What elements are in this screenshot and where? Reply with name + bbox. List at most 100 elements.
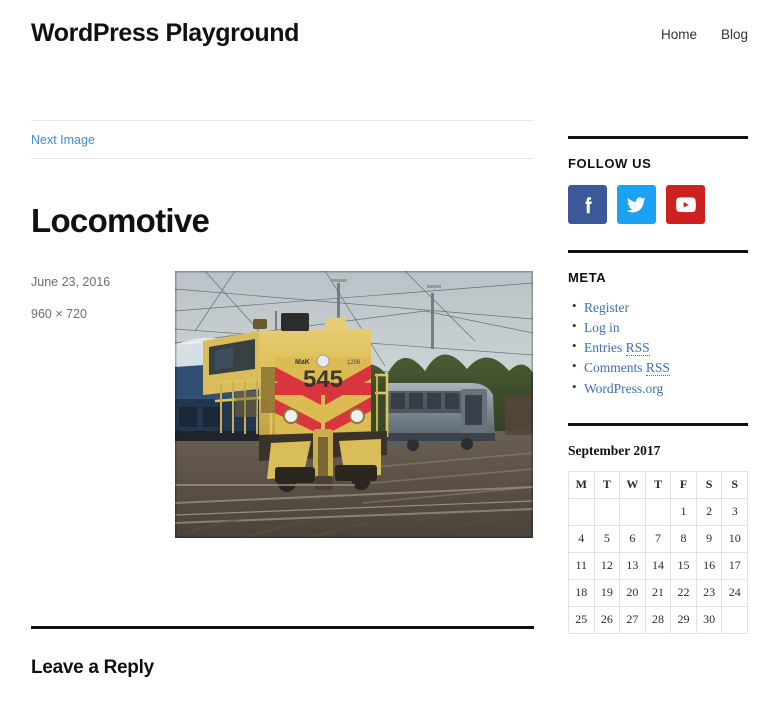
meta-link-text: Entries [584,340,626,356]
meta-link-register[interactable]: Register [584,300,629,315]
calendar-day-cell [568,497,595,526]
sidebar: Follow us [568,120,748,660]
calendar-day-header: S [695,470,723,499]
calendar-day-cell: 8 [670,524,697,553]
calendar-day-cell: 29 [670,605,697,634]
calendar-day-cell: 2 [695,497,723,526]
list-item: Register [572,298,748,316]
calendar-day-cell: 17 [721,551,748,580]
site-title[interactable]: WordPress Playground [31,18,299,48]
calendar-day-cell [593,497,621,526]
list-item: Comments RSS [572,358,748,377]
calendar-day-cell: 3 [721,497,748,526]
calendar-day-header: T [593,470,621,499]
calendar-divider [568,422,748,426]
calendar-day-header: M [568,470,595,499]
calendar-week-row: 4 5 6 7 8 9 10 [568,524,748,553]
calendar-day-cell: 21 [644,578,672,607]
rss-abbr: RSS [625,340,650,357]
list-item: Entries RSS [572,338,748,357]
calendar-day-header: T [644,470,672,499]
page-layout: Next Image Locomotive June 23, 2016 960 … [0,120,780,679]
calendar-day-cell: 7 [644,524,672,553]
calendar-day-cell: 20 [619,578,646,607]
calendar-day-cell: 26 [593,605,621,634]
post-title: Locomotive [31,202,210,239]
attachment-image[interactable]: 545 MaK 1206 [175,271,533,539]
image-navigation: Next Image [31,121,534,158]
meta-link-text: Comments [584,360,646,376]
social-icon-list [568,185,748,224]
post-body: June 23, 2016 960 × 720 545 MaK 1206 [31,271,534,539]
meta-link-entries-rss[interactable]: Entries RSS [584,340,650,357]
image-nav-bottom-divider [31,158,534,159]
calendar-day-cell: 14 [644,551,672,580]
svg-text:545: 545 [303,366,343,393]
rss-abbr: RSS [645,360,670,377]
nav-item-blog[interactable]: Blog [721,27,748,42]
meta-link-list: Register Log in Entries RSS Comments RSS… [568,298,748,397]
calendar-caption: September 2017 [568,442,661,458]
calendar-day-cell: 19 [593,578,621,607]
calendar-day-header: F [670,470,697,499]
calendar-day-cell: 22 [670,578,697,607]
post-dimensions: 960 × 720 [31,306,87,321]
comments-title: Leave a Reply [31,657,154,679]
post-meta: June 23, 2016 960 × 720 [31,271,156,538]
calendar-day-cell: 6 [619,524,646,553]
calendar-day-cell: 28 [644,605,672,634]
calendar-day-cell: 10 [721,524,748,553]
calendar-day-cell: 15 [670,551,697,580]
list-item: WordPress.org [572,379,748,397]
calendar-day-header: W [619,470,646,499]
calendar-week-row: 11 12 13 14 15 16 17 [568,551,748,580]
calendar-day-cell [721,605,748,634]
follow-us-title: Follow us [568,156,652,171]
calendar-day-cell: 25 [568,605,595,634]
calendar-week-row: 1 2 3 [568,497,748,526]
calendar-header-row: M T W T F S S [568,470,748,499]
calendar-day-cell: 16 [695,551,723,580]
meta-title: Meta [568,270,607,285]
calendar-day-cell: 18 [568,578,595,607]
calendar-day-cell: 1 [670,497,697,526]
widget-follow-us: Follow us [568,136,748,224]
main-navigation: Home Blog [661,18,748,42]
meta-link-log-in[interactable]: Log in [584,320,620,335]
svg-text:1206: 1206 [347,360,361,366]
calendar-day-header: S [721,470,748,499]
calendar-day-cell: 24 [721,578,748,607]
calendar-day-cell: 4 [568,524,595,553]
calendar-day-cell: 12 [593,551,621,580]
meta-link-wordpress-org[interactable]: WordPress.org [584,381,663,396]
meta-link-comments-rss[interactable]: Comments RSS [584,360,670,377]
calendar-day-cell: 23 [695,578,723,607]
facebook-icon[interactable] [568,185,607,224]
comments-divider [31,626,534,630]
youtube-icon[interactable] [666,185,705,224]
twitter-icon[interactable] [617,185,656,224]
post-date: June 23, 2016 [31,275,111,290]
follow-us-divider [568,136,748,139]
calendar-day-cell: 5 [593,524,621,553]
site-header: WordPress Playground Home Blog [0,0,780,120]
calendar-week-row: 25 26 27 28 29 30 [568,605,748,634]
next-image-link[interactable]: Next Image [31,133,95,147]
comments-area: Leave a Reply [31,626,534,679]
list-item: Log in [572,318,748,336]
calendar-day-cell [644,497,672,526]
calendar-day-cell: 9 [695,524,723,553]
calendar-week-row: 18 19 20 21 22 23 24 [568,578,748,607]
main-content: Next Image Locomotive June 23, 2016 960 … [31,120,534,679]
calendar-day-cell: 30 [695,605,723,634]
meta-divider [568,250,748,253]
svg-text:MaK: MaK [295,359,310,366]
calendar-day-cell: 27 [619,605,646,634]
widget-meta: Meta Register Log in Entries RSS Comment… [568,250,748,397]
calendar-table: M T W T F S S 1 2 3 4 5 6 7 8 9 10 11 12… [568,470,748,634]
calendar-day-cell: 11 [568,551,595,580]
calendar-day-cell: 13 [619,551,646,580]
locomotive-photo: 545 MaK 1206 [175,271,533,539]
nav-item-home[interactable]: Home [661,27,697,42]
calendar-day-cell [619,497,646,526]
